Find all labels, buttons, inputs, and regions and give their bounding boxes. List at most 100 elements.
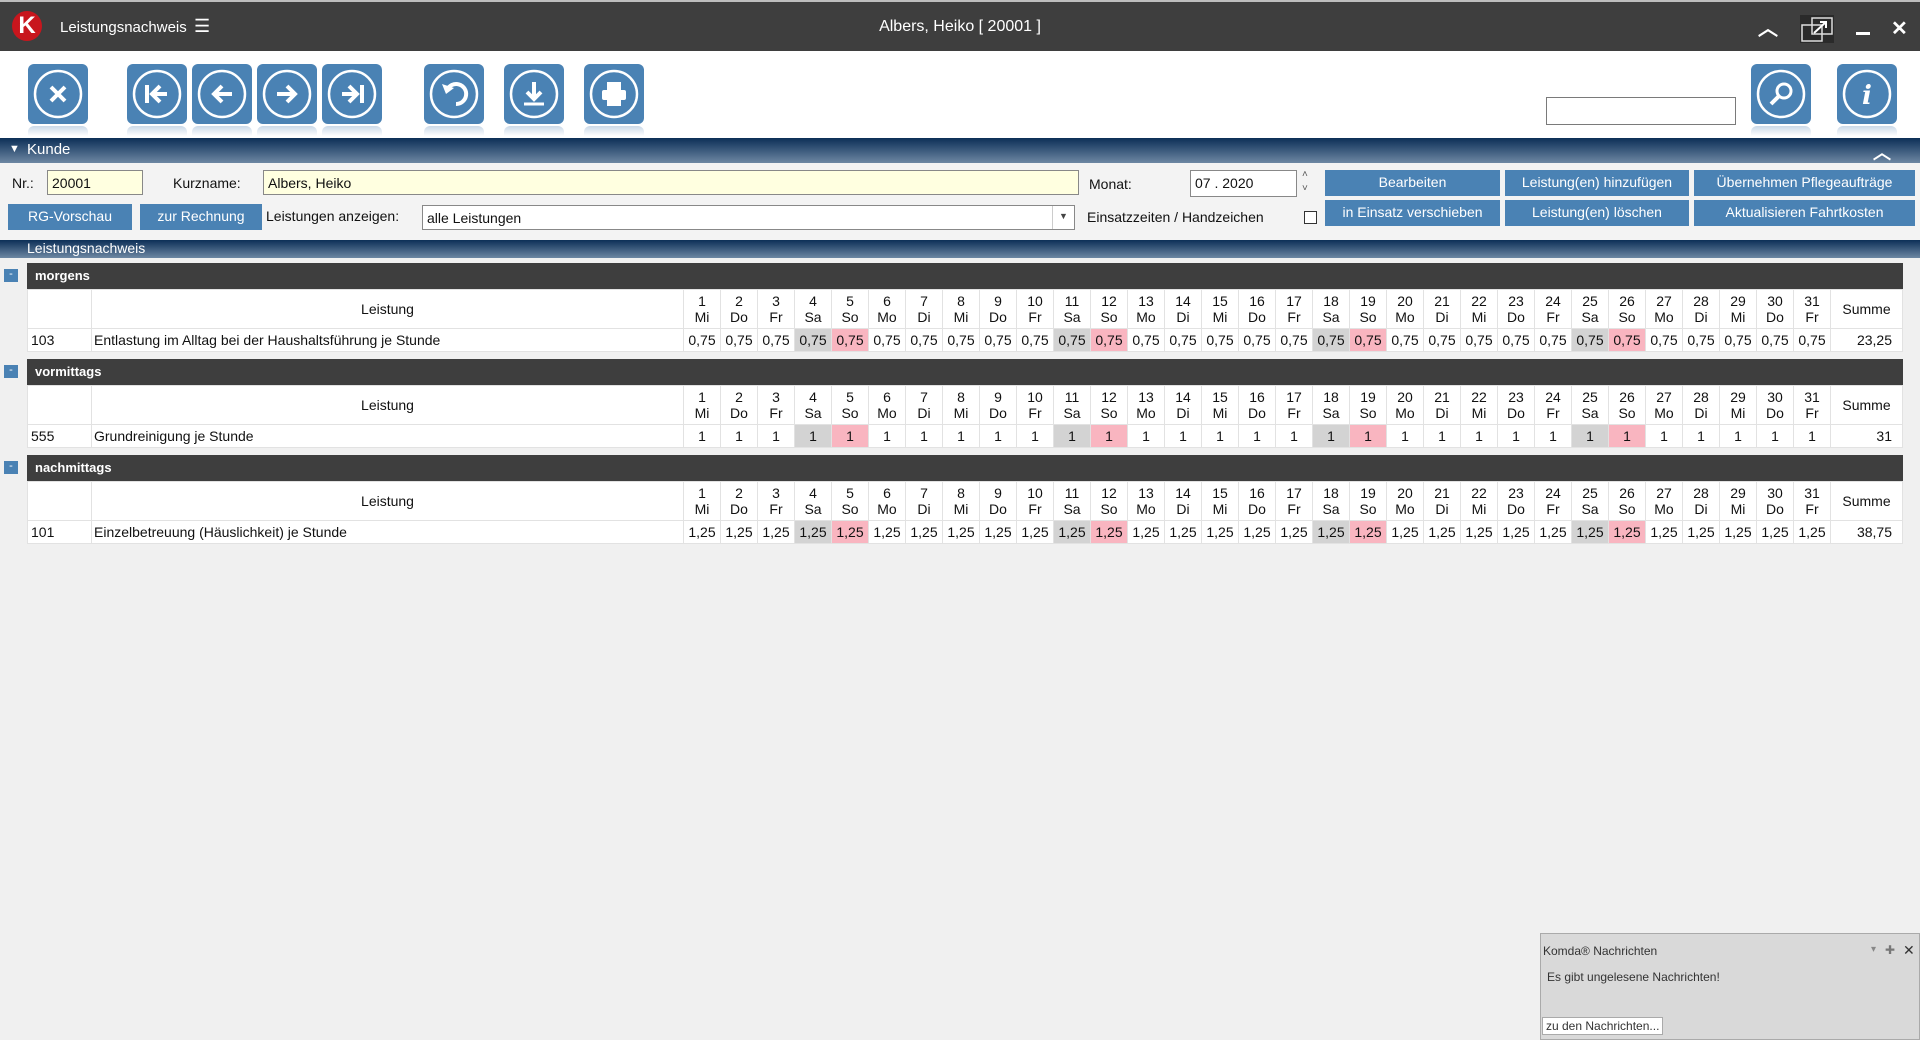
day-value[interactable]: 1 xyxy=(1756,424,1794,448)
day-value[interactable]: 0,75 xyxy=(757,328,795,352)
collapse-group-button[interactable]: - xyxy=(4,365,18,378)
day-value[interactable]: 1,25 xyxy=(1275,520,1313,544)
day-value[interactable]: 1,25 xyxy=(720,520,758,544)
day-value[interactable]: 0,75 xyxy=(1053,328,1091,352)
day-value[interactable]: 1,25 xyxy=(1090,520,1128,544)
day-value[interactable]: 0,75 xyxy=(683,328,721,352)
day-value[interactable]: 1,25 xyxy=(1497,520,1535,544)
collapse-group-button[interactable]: - xyxy=(4,269,18,282)
day-value[interactable]: 1,25 xyxy=(1756,520,1794,544)
search-button[interactable] xyxy=(1751,64,1811,136)
day-value[interactable]: 1,25 xyxy=(1164,520,1202,544)
first-button[interactable] xyxy=(127,64,187,136)
day-value[interactable]: 1,25 xyxy=(831,520,869,544)
close-window-icon[interactable]: ✕ xyxy=(1891,16,1908,41)
day-value[interactable]: 0,75 xyxy=(1386,328,1424,352)
day-value[interactable]: 0,75 xyxy=(1756,328,1794,352)
day-value[interactable]: 1 xyxy=(1571,424,1609,448)
day-value[interactable]: 1,25 xyxy=(1238,520,1276,544)
minimize-icon[interactable] xyxy=(1856,32,1870,35)
day-value[interactable]: 1,25 xyxy=(1127,520,1165,544)
day-value[interactable]: 1 xyxy=(1201,424,1239,448)
print-button[interactable] xyxy=(584,64,644,136)
day-value[interactable]: 0,75 xyxy=(868,328,906,352)
collapse-chevron-up-icon[interactable]: ︿ xyxy=(1758,12,1778,41)
day-value[interactable]: 1 xyxy=(1423,424,1461,448)
day-value[interactable]: 0,75 xyxy=(1164,328,1202,352)
undo-button[interactable] xyxy=(424,64,484,136)
day-value[interactable]: 0,75 xyxy=(979,328,1017,352)
day-value[interactable]: 1,25 xyxy=(905,520,943,544)
day-value[interactable]: 1 xyxy=(1682,424,1720,448)
previous-button[interactable] xyxy=(192,64,252,136)
day-value[interactable]: 0,75 xyxy=(1090,328,1128,352)
day-value[interactable]: 1 xyxy=(1090,424,1128,448)
day-value[interactable]: 1 xyxy=(757,424,795,448)
day-value[interactable]: 1 xyxy=(794,424,832,448)
leistung-hinzufuegen-button[interactable]: Leistung(en) hinzufügen xyxy=(1505,170,1689,196)
download-button[interactable] xyxy=(504,64,564,136)
day-value[interactable]: 0,75 xyxy=(1534,328,1572,352)
day-value[interactable]: 0,75 xyxy=(1238,328,1276,352)
day-value[interactable]: 1,25 xyxy=(1201,520,1239,544)
day-value[interactable]: 1 xyxy=(868,424,906,448)
day-value[interactable]: 1,25 xyxy=(1312,520,1350,544)
day-value[interactable]: 1 xyxy=(1053,424,1091,448)
day-value[interactable]: 1 xyxy=(1275,424,1313,448)
day-value[interactable]: 0,75 xyxy=(1275,328,1313,352)
day-value[interactable]: 1 xyxy=(1164,424,1202,448)
day-value[interactable]: 1,25 xyxy=(794,520,832,544)
close-icon[interactable]: ✕ xyxy=(1903,942,1915,959)
day-value[interactable]: 0,75 xyxy=(794,328,832,352)
day-value[interactable]: 0,75 xyxy=(942,328,980,352)
day-value[interactable]: 1 xyxy=(1793,424,1831,448)
day-value[interactable]: 1 xyxy=(1460,424,1498,448)
day-value[interactable]: 0,75 xyxy=(1497,328,1535,352)
nr-field[interactable]: 20001 xyxy=(47,170,143,195)
day-value[interactable]: 1,25 xyxy=(979,520,1017,544)
day-value[interactable]: 0,75 xyxy=(1127,328,1165,352)
popout-window-icon[interactable] xyxy=(1800,15,1834,43)
day-value[interactable]: 1,25 xyxy=(1793,520,1831,544)
day-value[interactable]: 0,75 xyxy=(1312,328,1350,352)
leistung-loeschen-button[interactable]: Leistung(en) löschen xyxy=(1505,200,1689,226)
close-button[interactable] xyxy=(28,64,88,136)
day-value[interactable]: 1 xyxy=(1645,424,1683,448)
day-value[interactable]: 1,25 xyxy=(1423,520,1461,544)
day-value[interactable]: 0,75 xyxy=(1608,328,1646,352)
day-value[interactable]: 0,75 xyxy=(905,328,943,352)
day-value[interactable]: 1,25 xyxy=(1645,520,1683,544)
day-value[interactable]: 1,25 xyxy=(1053,520,1091,544)
day-value[interactable]: 0,75 xyxy=(1571,328,1609,352)
dropdown-icon[interactable]: ▾ xyxy=(1871,944,1876,955)
in-einsatz-verschieben-button[interactable]: in Einsatz verschieben xyxy=(1325,200,1500,226)
day-value[interactable]: 1,25 xyxy=(1719,520,1757,544)
day-value[interactable]: 1,25 xyxy=(868,520,906,544)
day-value[interactable]: 1,25 xyxy=(1016,520,1054,544)
day-value[interactable]: 1,25 xyxy=(1349,520,1387,544)
collapse-group-button[interactable]: - xyxy=(4,461,18,474)
day-value[interactable]: 1 xyxy=(1719,424,1757,448)
table-row[interactable]: 555 Grundreinigung je Stunde 1 1 1 1 1 1 1 1 1 1 1 1 1… xyxy=(27,424,1903,448)
day-value[interactable]: 1 xyxy=(1386,424,1424,448)
day-value[interactable]: 1 xyxy=(1127,424,1165,448)
day-value[interactable]: 1,25 xyxy=(1386,520,1424,544)
day-value[interactable]: 1 xyxy=(1534,424,1572,448)
zu-den-nachrichten-button[interactable]: zu den Nachrichten... xyxy=(1542,1017,1664,1035)
einsatzzeiten-checkbox[interactable] xyxy=(1304,211,1317,224)
day-value[interactable]: 0,75 xyxy=(1016,328,1054,352)
rg-vorschau-button[interactable]: RG-Vorschau xyxy=(8,204,132,230)
day-value[interactable]: 1 xyxy=(979,424,1017,448)
spinner-down-icon[interactable]: ˅ xyxy=(1302,182,1308,196)
uebernehmen-pflegeauftraege-button[interactable]: Übernehmen Pflegeaufträge xyxy=(1694,170,1915,196)
day-value[interactable]: 1 xyxy=(1497,424,1535,448)
monat-field[interactable]: 07 . 2020 xyxy=(1190,170,1297,197)
table-row[interactable]: 103 Entlastung im Alltag bei der Haushalt… xyxy=(27,328,1903,352)
day-value[interactable]: 1,25 xyxy=(1460,520,1498,544)
last-button[interactable] xyxy=(322,64,382,136)
day-value[interactable]: 1 xyxy=(1312,424,1350,448)
kurzname-field[interactable]: Albers, Heiko xyxy=(263,170,1079,195)
collapse-triangle-icon[interactable]: ▼ xyxy=(9,143,20,155)
day-value[interactable]: 0,75 xyxy=(1349,328,1387,352)
day-value[interactable]: 1,25 xyxy=(757,520,795,544)
